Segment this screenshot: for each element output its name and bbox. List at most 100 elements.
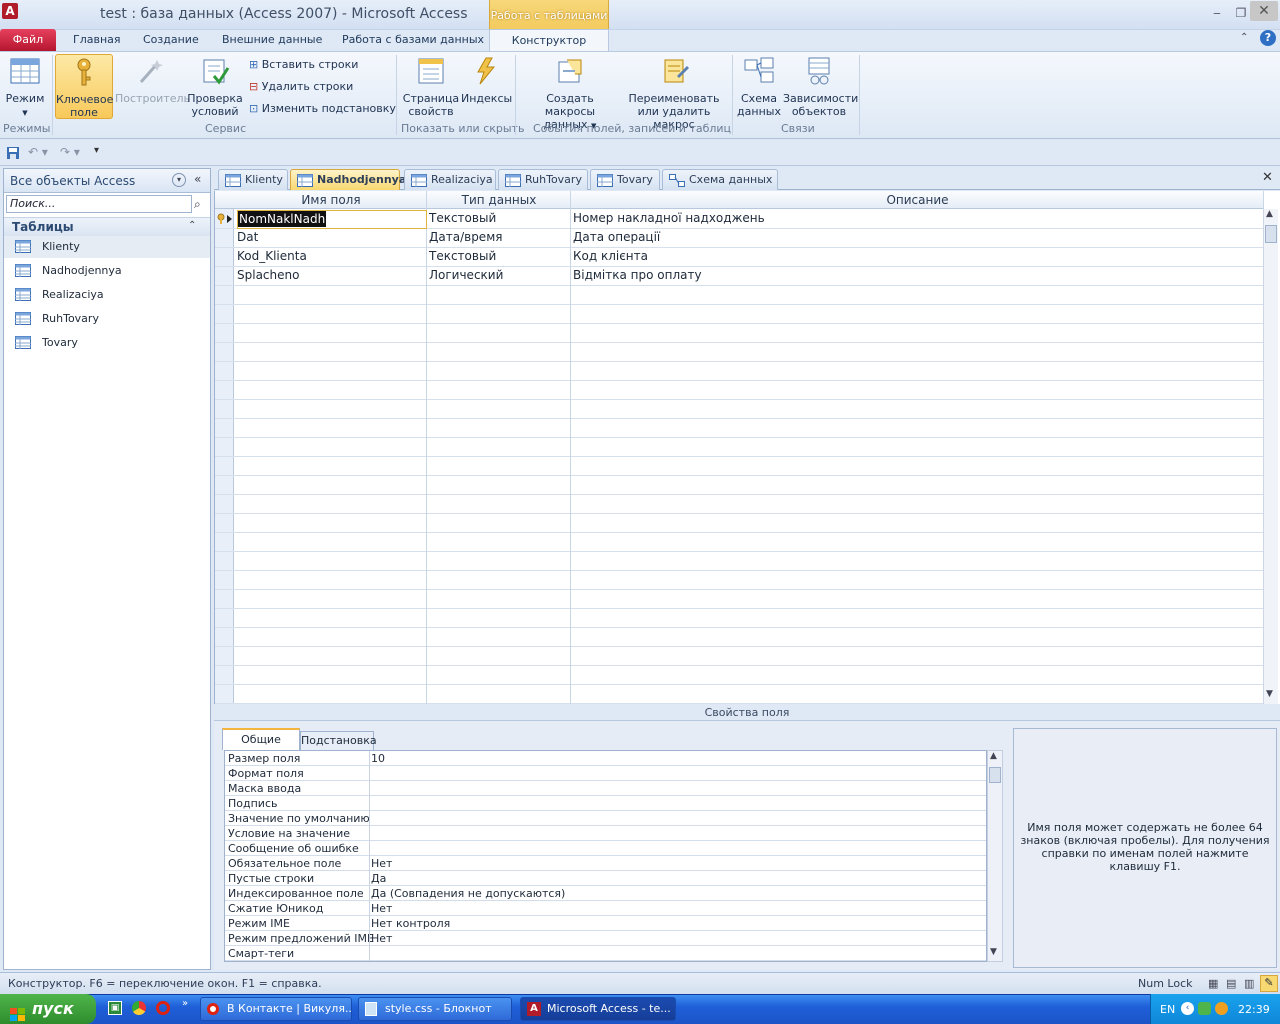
property-value[interactable]: Нет [371,932,392,945]
mode-button[interactable]: Режим ▼ [3,56,47,120]
pivot-chart-view-icon[interactable]: ▥ [1244,977,1254,990]
test-validation-button[interactable]: Проверка условий [187,56,243,118]
property-row[interactable]: Индексированное поле Да (Совпадения не до… [225,886,986,901]
property-row[interactable]: Смарт-теги [225,946,986,961]
redo-icon[interactable]: ↷ ▾ [60,145,80,159]
description-cell[interactable]: Дата операції [573,230,660,244]
nav-section-tables[interactable]: Таблицы ⌃ [4,217,210,237]
nav-header[interactable]: Все объекты Access ▾ « [4,169,210,193]
taskbar-item-notepad[interactable]: style.css - Блокнот [358,997,512,1021]
nav-menu-chevron-icon[interactable]: ▾ [172,173,186,187]
nav-collapse-icon[interactable]: « [194,172,201,186]
scroll-thumb[interactable] [1265,225,1277,243]
grid-vertical-scrollbar[interactable]: ▲ ▼ [1263,209,1278,704]
primary-key-button[interactable]: Ключевое поле [55,54,113,119]
property-row[interactable]: Сообщение об ошибке [225,841,986,856]
properties-scrollbar[interactable]: ▲ ▼ [987,750,1003,962]
property-row[interactable]: Пустые строки Да [225,871,986,886]
object-dependencies-button[interactable]: Зависимости объектов [783,56,858,118]
restore-icon[interactable]: ❐ [1232,5,1250,21]
nav-item-realizaciya[interactable]: Realizaciya [4,284,210,306]
property-row[interactable]: Режим IME Нет контроля [225,916,986,931]
doc-tab-ruhtovary[interactable]: RuhTovary [498,169,588,190]
property-value[interactable]: Нет контроля [371,917,450,930]
relationships-button[interactable]: Схема данных [737,56,781,118]
quick-launch-more-icon[interactable]: » [182,998,188,1009]
opera-icon[interactable] [156,1001,170,1015]
data-type-cell[interactable]: Текстовый [429,249,496,263]
tab-database-tools[interactable]: Работа с базами данных [342,33,484,46]
ribbon-collapse-icon[interactable]: ⌃ [1240,32,1248,43]
doc-tab-tovary[interactable]: Tovary [590,169,660,190]
field-name-cell[interactable]: Splacheno [237,268,299,282]
property-row[interactable]: Обязательное поле Нет [225,856,986,871]
tray-app-icon[interactable] [1215,1002,1228,1015]
scroll-thumb[interactable] [989,767,1001,783]
tab-lookup[interactable]: Подстановка [300,731,377,750]
scroll-up-icon[interactable]: ▲ [990,751,997,761]
property-row[interactable]: Подпись [225,796,986,811]
property-value[interactable]: 10 [371,752,385,765]
undo-icon[interactable]: ↶ ▾ [28,145,48,159]
data-type-cell[interactable]: Дата/время [429,230,502,244]
search-icon[interactable]: ⌕ [194,197,201,212]
tab-general[interactable]: Общие [222,728,300,750]
nav-item-klienty[interactable]: Klienty [4,236,210,258]
customize-qat-icon[interactable]: ▾ [94,145,99,156]
rename-delete-macro-button[interactable]: Переименовать или удалить макрос [619,56,729,131]
scroll-up-icon[interactable]: ▲ [1266,209,1273,219]
doc-tab-relationships[interactable]: Схема данных [662,169,778,190]
tray-expand-icon[interactable]: ‹ [1181,1002,1194,1015]
property-row[interactable]: Режим предложений IME Нет [225,931,986,946]
doc-tab-klienty[interactable]: Klienty [218,169,288,190]
tab-file[interactable]: Файл [0,29,56,51]
property-row[interactable]: Сжатие Юникод Нет [225,901,986,916]
taskbar-item-access[interactable]: A Microsoft Access - te... [520,997,676,1021]
nav-item-tovary[interactable]: Tovary [4,332,210,354]
property-row[interactable]: Формат поля [225,766,986,781]
property-value[interactable]: Да (Совпадения не допускаются) [371,887,565,900]
scroll-down-icon[interactable]: ▼ [990,947,997,957]
access-logo-icon[interactable]: A [2,3,18,19]
delete-rows-button[interactable]: ⊟ Удалить строки [249,80,353,93]
data-type-cell[interactable]: Текстовый [429,211,496,225]
help-icon[interactable]: ? [1260,30,1276,46]
tab-home[interactable]: Главная [73,33,121,46]
field-name-cell[interactable]: Kod_Klienta [237,249,307,263]
description-cell[interactable]: Відмітка про оплату [573,268,702,282]
chrome-icon[interactable] [132,1001,146,1015]
property-value[interactable]: Да [371,872,386,885]
property-value[interactable]: Нет [371,857,392,870]
scroll-down-icon[interactable]: ▼ [1266,689,1273,699]
field-name-cell[interactable]: Dat [237,230,258,244]
nav-item-nadhodjennya[interactable]: Nadhodjennya [4,260,210,282]
quick-launch-app-icon[interactable]: ▣ [108,1001,122,1015]
description-cell[interactable]: Код клієнта [573,249,648,263]
modify-lookups-button[interactable]: ⊡ Изменить подстановку [249,102,396,115]
close-document-icon[interactable]: ✕ [1262,170,1273,185]
property-row[interactable]: Размер поля 10 [225,751,986,766]
start-button[interactable]: пуск [0,994,96,1024]
tab-create[interactable]: Создание [143,33,199,46]
section-collapse-icon[interactable]: ⌃ [188,220,196,231]
builder-button[interactable]: Построитель [115,56,190,105]
insert-rows-button[interactable]: ⊞ Вставить строки [249,58,358,71]
tab-external-data[interactable]: Внешние данные [222,33,322,46]
tab-design[interactable]: Конструктор [489,29,609,52]
nav-item-ruhtovary[interactable]: RuhTovary [4,308,210,330]
language-indicator[interactable]: EN [1160,1003,1175,1016]
property-row[interactable]: Маска ввода [225,781,986,796]
indexes-button[interactable]: Индексы [461,56,512,105]
doc-tab-nadhodjennya[interactable]: Nadhodjennya [290,169,406,190]
property-value[interactable]: Нет [371,902,392,915]
property-row[interactable]: Значение по умолчанию [225,811,986,826]
tray-app-icon[interactable] [1198,1002,1211,1015]
close-window-icon[interactable]: ✕ [1250,1,1278,21]
minimize-icon[interactable]: ‒ [1208,5,1226,21]
taskbar-item-vkontakte[interactable]: В Контакте | Викуля... [200,997,352,1021]
save-icon[interactable] [6,146,20,163]
datasheet-view-icon[interactable]: ▦ [1208,977,1218,990]
design-view-icon[interactable]: ✎ [1260,975,1278,992]
description-cell[interactable]: Номер накладної надходжень [573,211,765,225]
property-sheet-button[interactable]: Страница свойств [402,56,460,118]
